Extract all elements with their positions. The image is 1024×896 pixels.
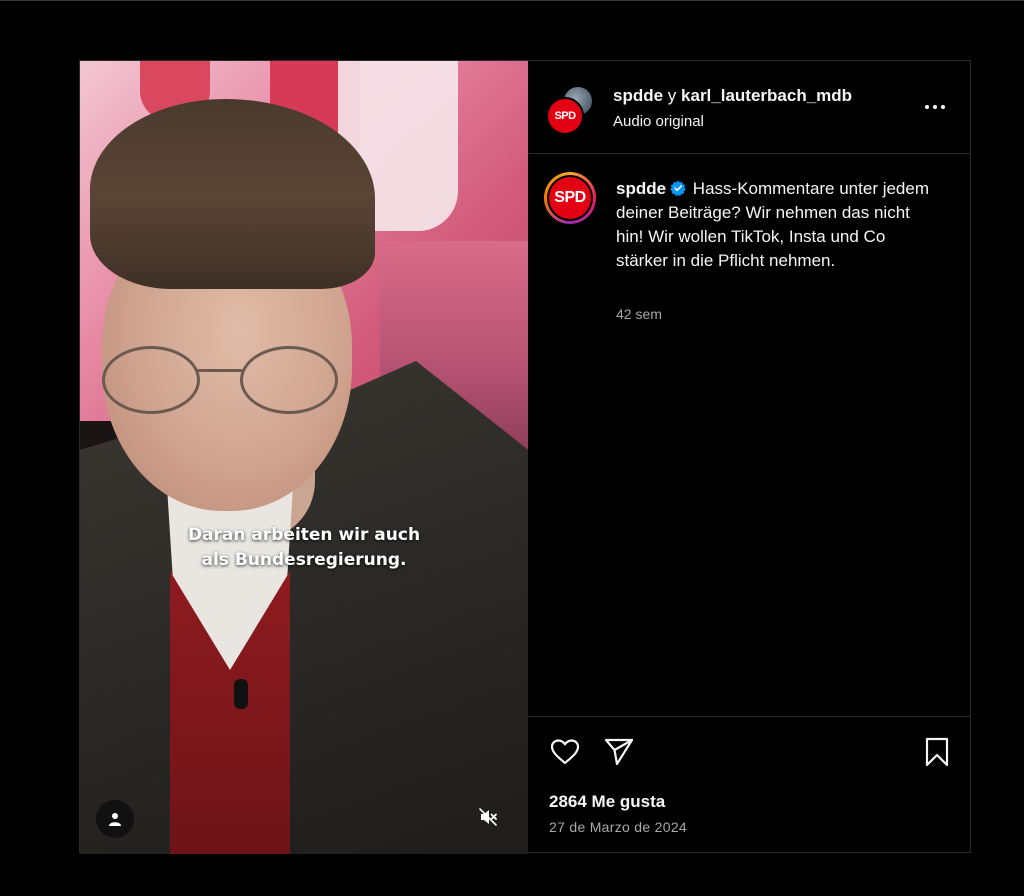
- spd-logo: SPD: [549, 177, 591, 219]
- reel-video[interactable]: Daran arbeiten wir auch als Bundesregier…: [80, 61, 528, 854]
- spd-logo-text: SPD: [554, 189, 586, 206]
- video-person-glasses: [102, 346, 200, 414]
- post-date[interactable]: 27 de Marzo de 2024: [549, 819, 687, 835]
- caption-author-avatar[interactable]: SPD: [544, 172, 596, 224]
- more-options-icon: [925, 105, 929, 109]
- video-person-glasses: [196, 369, 242, 372]
- subtitle-line: Daran arbeiten wir auch: [187, 525, 421, 545]
- audio-link[interactable]: Audio original: [613, 113, 704, 130]
- author-avatar[interactable]: SPD: [546, 97, 584, 135]
- caption-username-link[interactable]: spdde: [616, 179, 666, 198]
- post-caption: spdde Hass-Kommentare unter jedem deiner…: [616, 177, 936, 273]
- mute-toggle-button[interactable]: [468, 797, 508, 837]
- like-button[interactable]: [548, 735, 582, 769]
- post-header: SPD spdde y karl_lauterbach_mdb Audio or…: [528, 61, 971, 154]
- avatar-ring-gap: SPD: [547, 175, 593, 221]
- more-options-button[interactable]: [920, 95, 950, 119]
- more-options-icon: [933, 105, 937, 109]
- video-person-glasses: [240, 346, 338, 414]
- speaker-muted-icon: [479, 808, 497, 826]
- post-actions: 2864 Me gusta 27 de Marzo de 2024: [528, 716, 971, 853]
- likes-count[interactable]: 2864 Me gusta: [549, 792, 665, 812]
- author-username-link[interactable]: spdde: [613, 86, 663, 105]
- collab-connector: y: [667, 86, 677, 105]
- video-person-mic: [234, 679, 248, 709]
- post-details-panel: SPD spdde y karl_lauterbach_mdb Audio or…: [528, 61, 971, 853]
- tagged-users-button[interactable]: [96, 800, 134, 838]
- subtitle-line: als Bundesregierung.: [201, 550, 407, 570]
- coauthor-username-link[interactable]: karl_lauterbach_mdb: [681, 86, 852, 105]
- more-options-icon: [941, 105, 945, 109]
- paper-plane-icon: [604, 738, 634, 766]
- instagram-post-modal: Daran arbeiten wir auch als Bundesregier…: [79, 60, 971, 854]
- save-button[interactable]: [920, 735, 954, 769]
- window-top-border: [0, 0, 1024, 1]
- video-subtitle: Daran arbeiten wir auch als Bundesregier…: [80, 523, 528, 573]
- person-icon: [109, 813, 121, 826]
- collab-avatars[interactable]: SPD: [546, 85, 594, 135]
- bookmark-icon: [925, 737, 949, 767]
- share-button[interactable]: [602, 735, 636, 769]
- collab-names: spdde y karl_lauterbach_mdb: [613, 86, 852, 106]
- heart-icon: [550, 739, 580, 765]
- caption-timestamp[interactable]: 42 sem: [616, 306, 662, 322]
- spd-logo-text: SPD: [554, 110, 576, 122]
- verified-badge-icon: [670, 180, 686, 196]
